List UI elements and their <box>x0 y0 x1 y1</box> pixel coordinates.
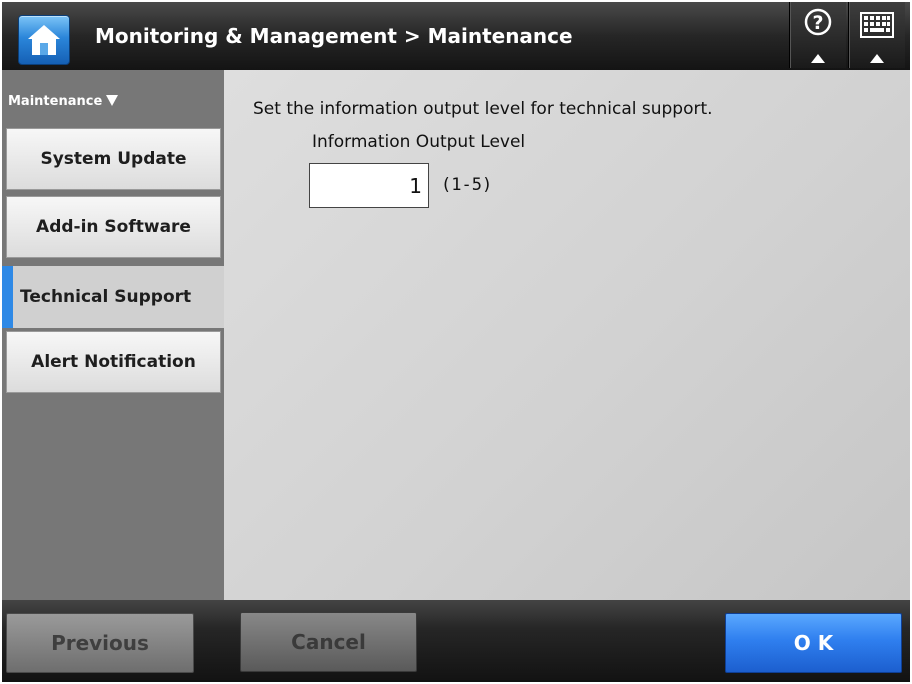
dropdown-arrow-icon <box>106 95 119 106</box>
previous-button[interactable]: Previous <box>6 613 194 673</box>
sidebar: Maintenance System Update Add-in Softwar… <box>2 70 224 600</box>
sidebar-item-label: Add-in Software <box>36 217 191 237</box>
expand-arrow-icon <box>811 54 825 63</box>
page-title: Monitoring & Management > Maintenance <box>95 24 573 48</box>
header-bar: Monitoring & Management > Maintenance ? <box>2 2 910 70</box>
instruction-text: Set the information output level for tec… <box>253 99 713 119</box>
app-window: Monitoring & Management > Maintenance ? … <box>2 2 910 682</box>
output-level-label: Information Output Level <box>312 132 526 152</box>
home-button[interactable] <box>18 15 70 65</box>
sidebar-item-label: System Update <box>40 149 187 169</box>
sidebar-item-add-in-software[interactable]: Add-in Software <box>6 196 221 258</box>
sidebar-heading[interactable]: Maintenance <box>8 94 119 109</box>
sidebar-heading-label: Maintenance <box>8 94 103 109</box>
ok-button[interactable]: O K <box>725 613 902 673</box>
range-hint: (1-5) <box>441 175 493 195</box>
help-button[interactable]: ? <box>789 2 846 68</box>
sidebar-item-alert-notification[interactable]: Alert Notification <box>6 331 221 393</box>
home-icon <box>28 25 60 55</box>
sidebar-item-technical-support[interactable]: Technical Support <box>2 266 224 328</box>
footer-bar: Previous Cancel O K <box>2 600 910 682</box>
sidebar-item-label: Alert Notification <box>31 352 196 372</box>
expand-arrow-icon <box>870 54 884 63</box>
keyboard-button[interactable] <box>848 2 905 68</box>
sidebar-item-system-update[interactable]: System Update <box>6 128 221 190</box>
cancel-button[interactable]: Cancel <box>240 612 417 672</box>
main-content: Set the information output level for tec… <box>224 70 910 600</box>
sidebar-item-label: Technical Support <box>20 287 192 307</box>
keyboard-icon <box>860 12 894 38</box>
svg-text:?: ? <box>812 12 823 34</box>
help-icon: ? <box>804 8 832 36</box>
output-level-input[interactable] <box>309 163 429 208</box>
